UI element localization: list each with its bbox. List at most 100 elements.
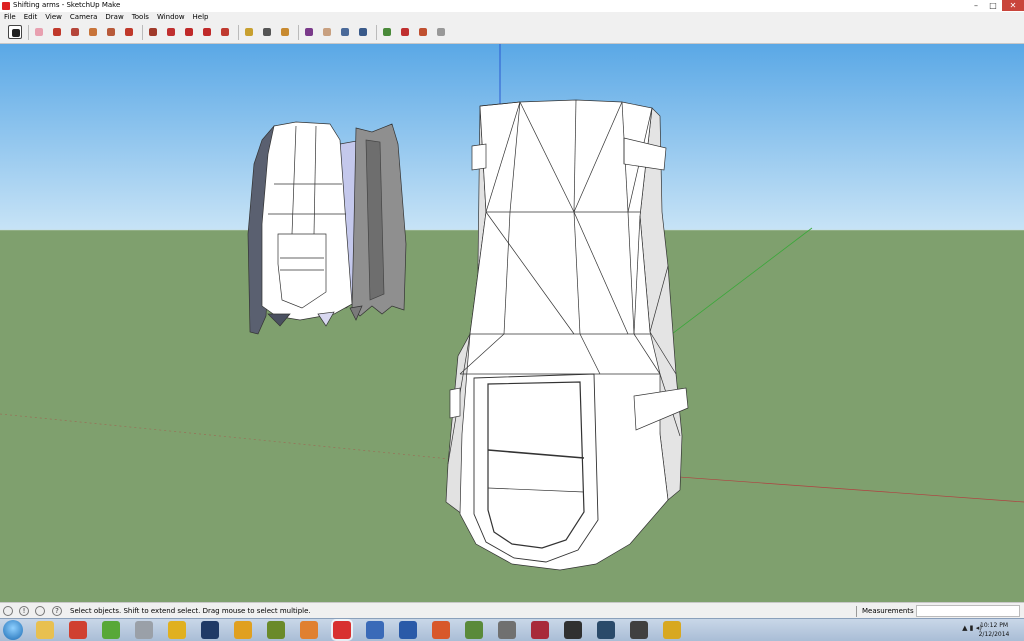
circle-app[interactable] bbox=[663, 621, 681, 639]
menu-bar: File Edit View Camera Draw Tools Window … bbox=[0, 12, 1024, 22]
photoshop-app[interactable] bbox=[201, 621, 219, 639]
push-pull-tool[interactable] bbox=[146, 25, 160, 39]
measurements-input[interactable] bbox=[916, 605, 1020, 617]
geolocation-icon[interactable] bbox=[3, 606, 13, 616]
zoom-extents-tool[interactable] bbox=[356, 25, 370, 39]
help-icon[interactable]: ? bbox=[52, 606, 62, 616]
maroon-app[interactable] bbox=[531, 621, 549, 639]
text-tool[interactable] bbox=[260, 25, 274, 39]
nfs-app[interactable] bbox=[597, 621, 615, 639]
menu-camera[interactable]: Camera bbox=[66, 12, 101, 22]
rectangle-icon bbox=[71, 28, 79, 36]
orbit-icon bbox=[305, 28, 313, 36]
zoom-extents-icon bbox=[359, 28, 367, 36]
extension-warehouse-icon bbox=[437, 28, 445, 36]
share-model-icon bbox=[419, 28, 427, 36]
move-tool[interactable] bbox=[182, 25, 196, 39]
tape-measure-tool[interactable] bbox=[242, 25, 256, 39]
start-button[interactable] bbox=[3, 620, 23, 640]
keyboard-app[interactable] bbox=[267, 621, 285, 639]
tube-app[interactable] bbox=[135, 621, 153, 639]
menu-file[interactable]: File bbox=[0, 12, 20, 22]
polygon-tool[interactable] bbox=[104, 25, 118, 39]
status-bar: ! ? Select objects. Shift to extend sele… bbox=[0, 602, 1024, 619]
menu-tools[interactable]: Tools bbox=[128, 12, 153, 22]
scale-tool[interactable] bbox=[218, 25, 232, 39]
magnifier-icon bbox=[341, 28, 349, 36]
toolbar-separator bbox=[142, 25, 143, 40]
close-button[interactable]: ✕ bbox=[1002, 0, 1024, 11]
scene-canvas[interactable] bbox=[0, 44, 1024, 602]
windows-taskbar: ▲ ▮ ◂) 10:12 PM 2/12/2014 bbox=[0, 618, 1024, 641]
rotate-tool[interactable] bbox=[200, 25, 214, 39]
orbit-tool[interactable] bbox=[302, 25, 316, 39]
word-app[interactable] bbox=[399, 621, 417, 639]
credits-icon[interactable]: ! bbox=[19, 606, 29, 616]
front-arm-model bbox=[445, 99, 689, 571]
status-help-text: Select objects. Shift to extend select. … bbox=[70, 607, 311, 615]
menu-edit[interactable]: Edit bbox=[20, 12, 42, 22]
sketchup-logo-icon bbox=[2, 2, 10, 10]
circle-tool[interactable] bbox=[86, 25, 100, 39]
paint-bucket-tool[interactable] bbox=[278, 25, 292, 39]
explorer-app[interactable] bbox=[36, 621, 54, 639]
toolbar-separator bbox=[28, 25, 29, 40]
text-icon bbox=[263, 28, 271, 36]
menu-help[interactable]: Help bbox=[189, 12, 213, 22]
components-tool[interactable] bbox=[398, 25, 412, 39]
user-icon[interactable] bbox=[35, 606, 45, 616]
powerpoint-app[interactable] bbox=[432, 621, 450, 639]
minimize-button[interactable]: – bbox=[968, 0, 984, 11]
forza-app[interactable] bbox=[564, 621, 582, 639]
pan-tool[interactable] bbox=[320, 25, 334, 39]
menu-window[interactable]: Window bbox=[153, 12, 189, 22]
measurements-label: Measurements bbox=[862, 607, 914, 615]
components-icon bbox=[401, 28, 409, 36]
drawing-area[interactable] bbox=[0, 44, 1024, 602]
circle-icon bbox=[89, 28, 97, 36]
skyrim-app[interactable] bbox=[498, 621, 516, 639]
rectangle-tool[interactable] bbox=[68, 25, 82, 39]
chrome-app[interactable] bbox=[69, 621, 87, 639]
menu-draw[interactable]: Draw bbox=[101, 12, 127, 22]
select-tool[interactable] bbox=[8, 25, 22, 39]
chat-app[interactable] bbox=[366, 621, 384, 639]
sketchup-app[interactable] bbox=[333, 621, 351, 639]
dark-app[interactable] bbox=[630, 621, 648, 639]
eraser-icon bbox=[35, 28, 43, 36]
back-arm-model bbox=[247, 121, 407, 335]
push-pull-icon bbox=[149, 28, 157, 36]
line-tool[interactable] bbox=[50, 25, 64, 39]
toolbar-separator bbox=[298, 25, 299, 40]
move-arrows-icon bbox=[185, 28, 193, 36]
pencil-icon bbox=[53, 28, 61, 36]
minecraft-app[interactable] bbox=[465, 621, 483, 639]
headphones-app[interactable] bbox=[234, 621, 252, 639]
scale-icon bbox=[221, 28, 229, 36]
window-title: Shifting arms - SketchUp Make bbox=[13, 1, 121, 9]
warehouse-icon bbox=[383, 28, 391, 36]
clock-date: 2/12/2014 bbox=[978, 631, 1010, 638]
follow-me-icon bbox=[167, 28, 175, 36]
get-models-tool[interactable] bbox=[380, 25, 394, 39]
toolbar-separator bbox=[238, 25, 239, 40]
arc-icon bbox=[125, 28, 133, 36]
eraser-tool[interactable] bbox=[32, 25, 46, 39]
follow-me-tool[interactable] bbox=[164, 25, 178, 39]
rotate-icon bbox=[203, 28, 211, 36]
share-model-tool[interactable] bbox=[416, 25, 430, 39]
arc-tool[interactable] bbox=[122, 25, 136, 39]
clock[interactable]: 10:12 PM 2/12/2014 bbox=[972, 621, 1016, 639]
blender-app[interactable] bbox=[300, 621, 318, 639]
hand-icon bbox=[323, 28, 331, 36]
utorrent-app[interactable] bbox=[102, 621, 120, 639]
getting-started-toolbar bbox=[0, 22, 1024, 44]
polygon-icon bbox=[107, 28, 115, 36]
tape-measure-icon bbox=[245, 28, 253, 36]
measurements-divider bbox=[856, 606, 857, 617]
norton-app[interactable] bbox=[168, 621, 186, 639]
zoom-tool[interactable] bbox=[338, 25, 352, 39]
menu-view[interactable]: View bbox=[41, 12, 66, 22]
extension-warehouse-tool[interactable] bbox=[434, 25, 448, 39]
maximize-button[interactable]: □ bbox=[985, 0, 1001, 11]
